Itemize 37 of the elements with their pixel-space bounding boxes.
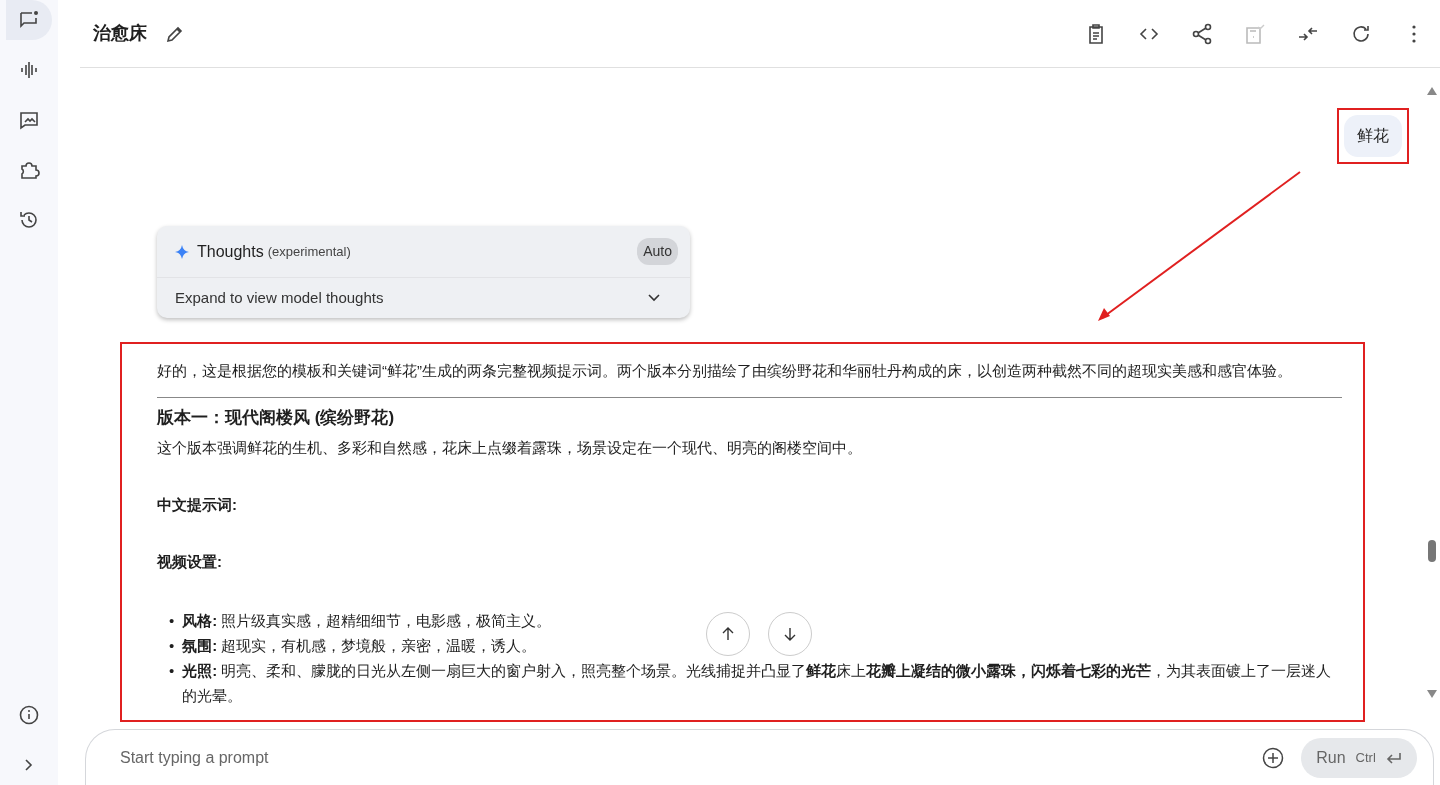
scroll-up-button[interactable]: [706, 612, 750, 656]
bullet-text: 氛围: 超现实，有机感，梦境般，亲密，温暖，诱人。: [182, 636, 537, 657]
intro-paragraph: 好的，这是根据您的模板和关键词“鲜花”生成的两条完整视频提示词。两个版本分别描绘了由缤纷野花和华丽牡丹构成的床，以创造两种截然不同的超现实美感和感官体验。: [157, 361, 1293, 381]
add-icon[interactable]: [1261, 745, 1285, 770]
scrollbar-thumb[interactable]: [1428, 540, 1436, 562]
expand-thoughts-button[interactable]: Expand to view model thoughts: [157, 278, 690, 318]
section-heading: 版本一：现代阁楼风 (缤纷野花): [157, 408, 396, 429]
arrow-up-icon: [721, 627, 735, 641]
puzzle-icon: [18, 159, 40, 181]
subheading: 中文提示词:: [157, 495, 238, 516]
thoughts-tag: (experimental): [267, 241, 351, 262]
chat-icon: [18, 9, 40, 31]
arrow-down-icon: [783, 627, 797, 641]
chevron-down-icon: [648, 294, 660, 302]
sidebar-item[interactable]: [6, 0, 52, 40]
audio-wave-icon: [18, 59, 40, 81]
description-paragraph: 这个版本强调鲜花的生机、多彩和自然感，花床上点缀着露珠，场景设定在一个现代、明亮的阁楼空间中。: [157, 438, 863, 459]
mode-badge: Auto: [637, 238, 678, 265]
bullet-marker: •: [169, 661, 175, 682]
prompt-field[interactable]: Start typing a prompt Run Ctrl: [85, 729, 1434, 785]
chat-title: 治愈床: [93, 22, 147, 45]
sparkle-icon: [175, 244, 189, 259]
image-icon: [18, 109, 40, 131]
bullet-marker: •: [169, 636, 175, 657]
bullet-marker: •: [169, 611, 175, 632]
enter-key-icon: [1385, 751, 1402, 764]
run-button[interactable]: Run Ctrl: [1301, 737, 1417, 778]
bullet-text: 风格: 照片级真实感，超精细细节，电影感，极简主义。: [182, 611, 552, 632]
bullet-text: 光照: 明亮、柔和、朦胧的日光从左侧一扇巨大的窗户射入，照亮整个场景。光线捕捉并凸显了鲜花床上花瓣上凝结的微小露珠，闪烁着七彩的光芒，为其表面镀上了一层迷人的光晕。: [182, 661, 1333, 707]
scroll-down-button[interactable]: [768, 612, 812, 656]
subheading: 视频设置:: [157, 552, 223, 573]
user-message: 鲜花: [1344, 115, 1402, 157]
scroll-down-arrow-icon[interactable]: [1426, 689, 1438, 699]
thoughts-title: Thoughts: [197, 241, 264, 262]
scroll-up-arrow-icon[interactable]: [1426, 86, 1438, 96]
history-icon: [18, 209, 40, 231]
share-icon[interactable]: [1190, 21, 1214, 46]
